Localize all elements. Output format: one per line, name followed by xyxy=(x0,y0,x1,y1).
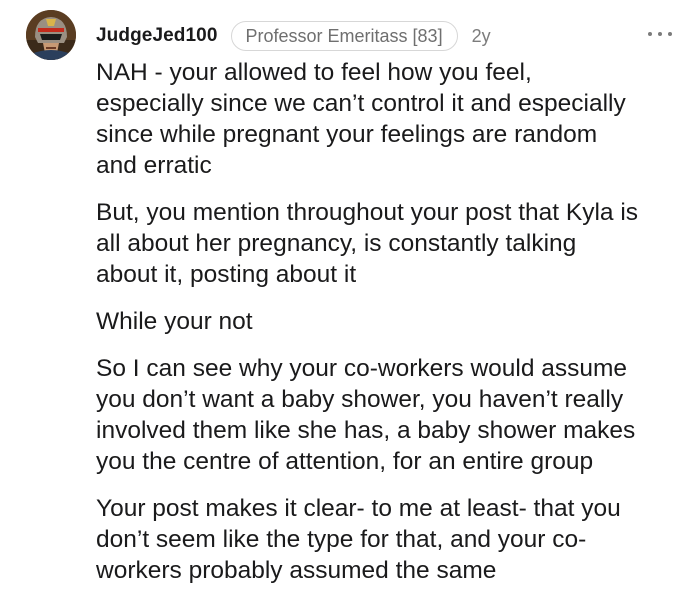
comment-line: and erratic xyxy=(96,152,212,179)
comment-line: So I can see why your co-workers would a… xyxy=(96,355,628,382)
comment-paragraph: But, you mention throughout your post th… xyxy=(96,197,686,290)
comment-line: NAH - your allowed to feel how you feel, xyxy=(96,59,532,86)
comment-line: don’t seem like the type for that, and y… xyxy=(96,526,587,553)
comment-line: you the centre of attention, for an enti… xyxy=(96,448,594,475)
comment-paragraph: So I can see why your co-workers would a… xyxy=(96,353,686,477)
more-options-icon-dot xyxy=(658,32,662,36)
comment-age: 2y xyxy=(471,25,491,46)
user-avatar[interactable] xyxy=(26,10,76,60)
judge-helmet-avatar-icon xyxy=(26,10,76,60)
comment-line: since while pregnant your feelings are r… xyxy=(96,121,598,148)
comment: JudgeJed100 Professor Emeritass [83] 2y … xyxy=(0,0,700,595)
comment-paragraph: Your post makes it clear- to me at least… xyxy=(96,493,686,586)
comment-line: you don’t want a baby shower, you haven’… xyxy=(96,386,624,413)
comment-line: all about her pregnancy, is constantly t… xyxy=(96,230,577,257)
more-options-button[interactable] xyxy=(648,24,672,44)
comment-line: especially since we can’t control it and… xyxy=(96,90,626,117)
comment-paragraph: NAH - your allowed to feel how you feel,… xyxy=(96,57,686,181)
more-options-icon-dot xyxy=(648,32,652,36)
user-flair: Professor Emeritass [83] xyxy=(230,21,458,51)
comment-line: involved them like she has, a baby showe… xyxy=(96,417,636,444)
more-options-icon-dot xyxy=(668,32,672,36)
comment-body: NAH - your allowed to feel how you feel,… xyxy=(96,57,686,602)
comment-paragraph: While your not xyxy=(96,306,686,337)
comment-line: about it, posting about it xyxy=(96,261,357,288)
username-link[interactable]: JudgeJed100 xyxy=(96,25,218,47)
comment-line: Your post makes it clear- to me at least… xyxy=(96,495,621,522)
comment-header: JudgeJed100 Professor Emeritass [83] 2y xyxy=(96,19,491,53)
comment-line: But, you mention throughout your post th… xyxy=(96,199,639,226)
comment-line: While your not xyxy=(96,308,253,335)
comment-line: workers probably assumed the same xyxy=(96,557,497,584)
